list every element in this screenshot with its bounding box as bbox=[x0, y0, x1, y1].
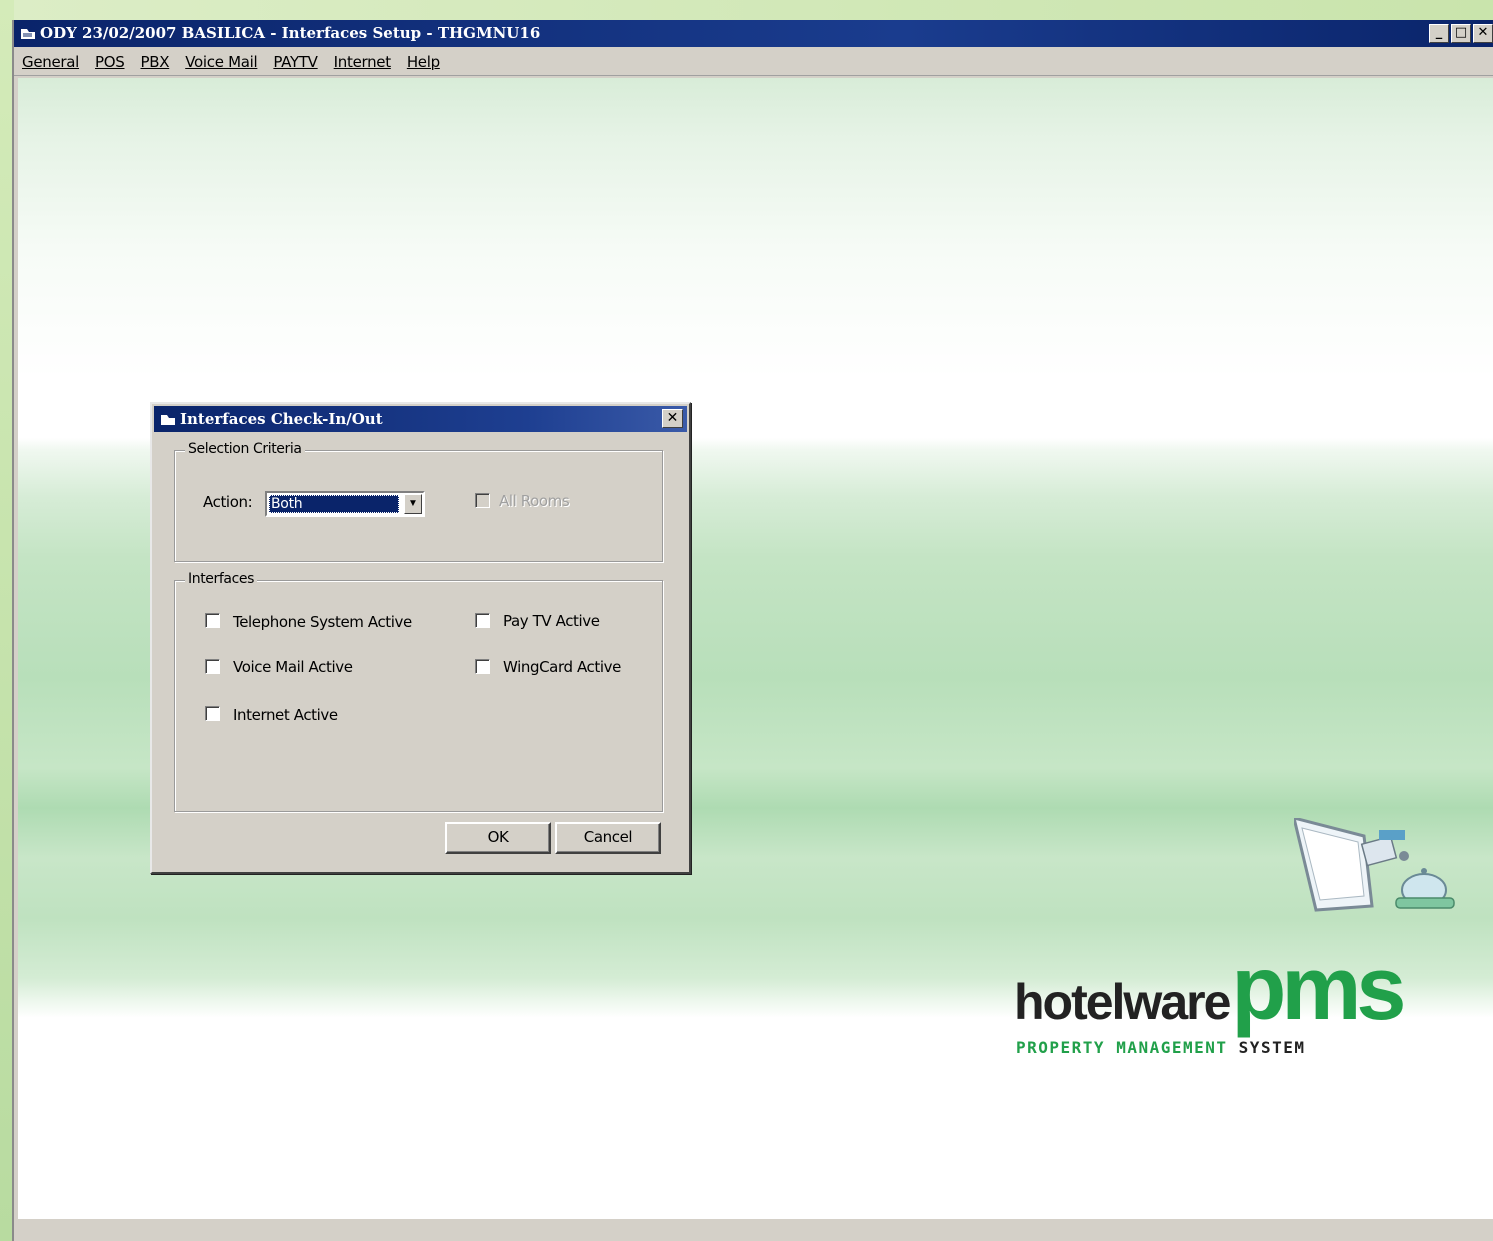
status-bar bbox=[18, 1218, 1493, 1241]
menu-pos[interactable]: POS bbox=[95, 53, 125, 71]
all-rooms-checkbox[interactable] bbox=[475, 493, 490, 508]
hotelware-logo: hotelwarepms PROPERTY MANAGEMENT SYSTEM bbox=[1014, 818, 1474, 1078]
dialog-close-button[interactable]: ✕ bbox=[662, 409, 683, 428]
close-button[interactable]: ✕ bbox=[1473, 24, 1493, 43]
action-dropdown-value: Both bbox=[269, 495, 399, 513]
internet-label: Internet Active bbox=[233, 706, 338, 724]
paytv-label: Pay TV Active bbox=[503, 612, 600, 630]
maximize-button[interactable]: □ bbox=[1451, 24, 1471, 43]
internet-checkbox[interactable] bbox=[205, 706, 220, 721]
menu-pbx[interactable]: PBX bbox=[141, 53, 170, 71]
menu-general[interactable]: General bbox=[22, 53, 79, 71]
wingcard-label: WingCard Active bbox=[503, 658, 621, 676]
menu-voice-mail[interactable]: Voice Mail bbox=[185, 53, 257, 71]
cancel-button[interactable]: Cancel bbox=[555, 822, 661, 854]
paytv-checkbox[interactable] bbox=[475, 613, 490, 628]
action-label: Action: bbox=[203, 493, 253, 511]
menu-internet[interactable]: Internet bbox=[334, 53, 391, 71]
wingcard-checkbox[interactable] bbox=[475, 659, 490, 674]
logo-word-hotelware: hotelware bbox=[1014, 974, 1231, 1030]
main-title: ODY 23/02/2007 BASILICA - Interfaces Set… bbox=[40, 24, 541, 42]
logo-tagline-dark: SYSTEM bbox=[1238, 1038, 1306, 1057]
main-titlebar: ODY 23/02/2007 BASILICA - Interfaces Set… bbox=[14, 20, 1493, 47]
minimize-button[interactable]: _ bbox=[1429, 24, 1449, 43]
interfaces-checkinout-dialog: Interfaces Check-In/Out ✕ Selection Crit… bbox=[150, 402, 691, 874]
all-rooms-label: All Rooms bbox=[499, 492, 570, 510]
logo-tagline-green: PROPERTY MANAGEMENT bbox=[1016, 1038, 1228, 1057]
dialog-title: Interfaces Check-In/Out bbox=[180, 410, 383, 428]
logo-word-pms: pms bbox=[1231, 939, 1406, 1039]
app-icon bbox=[21, 29, 35, 39]
background-highlight bbox=[56, 1126, 438, 1146]
selection-criteria-group: Selection Criteria Action: Both ▼ All Ro… bbox=[174, 441, 663, 562]
selection-criteria-label: Selection Criteria bbox=[185, 441, 305, 457]
telephone-checkbox[interactable] bbox=[205, 613, 220, 628]
menu-help[interactable]: Help bbox=[407, 53, 440, 71]
interfaces-label: Interfaces bbox=[185, 571, 257, 587]
desktop-top-strip bbox=[0, 0, 1493, 22]
telephone-label: Telephone System Active bbox=[233, 613, 412, 631]
chevron-down-icon[interactable]: ▼ bbox=[404, 494, 422, 514]
menu-bar: General POS PBX Voice Mail PAYTV Interne… bbox=[14, 48, 1493, 76]
voicemail-checkbox[interactable] bbox=[205, 659, 220, 674]
reception-bell-monitor-icon bbox=[1294, 818, 1455, 912]
voicemail-label: Voice Mail Active bbox=[233, 658, 353, 676]
ok-button[interactable]: OK bbox=[445, 822, 551, 854]
dialog-icon bbox=[161, 415, 175, 425]
menu-paytv[interactable]: PAYTV bbox=[273, 53, 318, 71]
interfaces-group: Interfaces Telephone System Active Pay T… bbox=[174, 571, 663, 812]
dialog-titlebar: Interfaces Check-In/Out ✕ bbox=[154, 406, 687, 432]
action-dropdown[interactable]: Both ▼ bbox=[265, 491, 425, 517]
